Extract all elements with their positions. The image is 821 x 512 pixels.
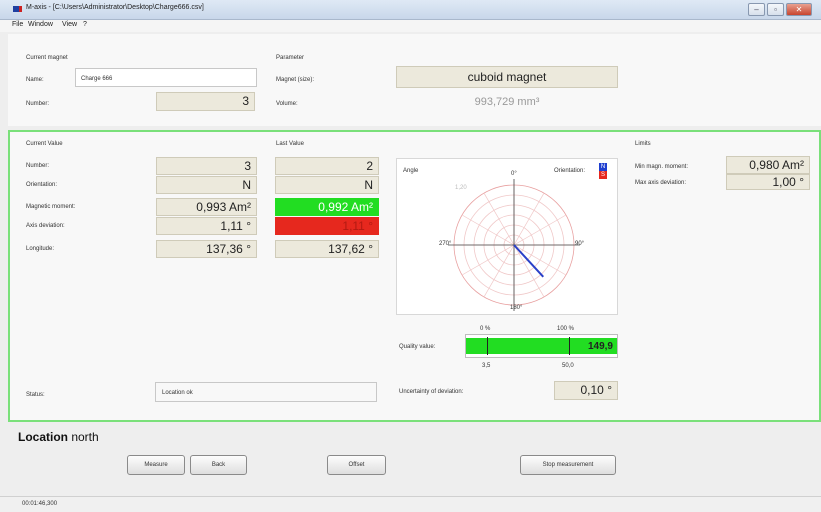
polar-tick-270: 270°: [439, 241, 452, 247]
current-value-cell: 0,993 Am²: [156, 198, 257, 216]
polar-spoke: [461, 244, 515, 276]
max-axis-deviation-value: 1,00 °: [726, 174, 810, 190]
row-label: Longitude:: [26, 246, 55, 252]
number-label: Number:: [26, 101, 50, 107]
parameter-heading: Parameter: [276, 55, 305, 61]
row-label: Orientation:: [26, 182, 58, 188]
stop-measurement-button[interactable]: Stop measurement: [520, 455, 616, 475]
row-label: Number:: [26, 163, 50, 169]
volume-value: 993,729 mm³: [474, 96, 540, 108]
angle-label: Angle: [403, 168, 419, 174]
location-bold: Location: [18, 430, 68, 444]
polar-spoke: [461, 214, 515, 246]
volume-label: Volume:: [276, 101, 298, 107]
quality-value: 149,9: [587, 341, 613, 352]
location-text: Location north: [18, 430, 99, 444]
maximize-button[interactable]: ▫: [767, 3, 784, 16]
polar-tick-90: 90°: [575, 241, 585, 247]
magnet-size-label: Magnet (size):: [276, 77, 315, 83]
polar-spoke: [513, 244, 567, 276]
last-value-cell: 0,992 Am²: [275, 198, 379, 216]
elapsed-time: 00:01:46,300: [22, 501, 58, 507]
menu-file[interactable]: File: [12, 21, 23, 28]
magnet-type-value: cuboid magnet: [396, 66, 618, 88]
last-value-cell: N: [275, 176, 379, 194]
status-field: Location ok: [155, 382, 377, 402]
limits-heading: Limits: [635, 141, 651, 147]
max-axis-deviation-label: Max axis deviation:: [635, 180, 687, 186]
polar-spoke: [513, 192, 545, 246]
orientation-south-indicator: S: [599, 171, 607, 179]
current-value-heading: Current Value: [26, 141, 63, 147]
quality-label: Quality value:: [399, 344, 436, 350]
polar-vector: [513, 244, 544, 278]
name-label: Name:: [26, 77, 44, 83]
quality-bar-track: 149,9: [465, 334, 618, 358]
orientation-north-indicator: N: [599, 163, 607, 171]
offset-button[interactable]: Offset: [327, 455, 386, 475]
quality-marker-low: [487, 337, 488, 355]
current-value-cell: 1,11 °: [156, 217, 257, 235]
last-value-cell: 2: [275, 157, 379, 175]
last-value-heading: Last Value: [276, 141, 304, 147]
minimize-button[interactable]: –: [748, 3, 765, 16]
status-value: Location ok: [162, 390, 193, 396]
polar-tick-0: 0°: [511, 171, 517, 177]
title-bar: M-axis - [C:\Users\Administrator\Desktop…: [0, 0, 821, 20]
quality-tick-bottom-right: 50,0: [562, 363, 574, 369]
status-bar: 00:01:46,300: [0, 496, 821, 512]
last-value-cell: 1,11 °: [275, 217, 379, 235]
name-field[interactable]: Charge 666: [75, 68, 257, 87]
quality-tick-top-left: 0 %: [480, 326, 491, 332]
menu-window[interactable]: Window: [28, 21, 53, 28]
min-magnetic-moment-value: 0,980 Am²: [726, 156, 810, 174]
quality-tick-top-right: 100 %: [557, 326, 575, 332]
polar-ring-label: 1,20: [455, 185, 467, 191]
polar-spoke: [483, 192, 515, 246]
orientation-label: Orientation:: [554, 168, 586, 174]
angle-polar-chart: Angle Orientation: N S 0° 90° 180° 270° …: [396, 158, 618, 315]
menu-view[interactable]: View: [62, 21, 77, 28]
polar-plot-svg: [448, 179, 580, 311]
current-magnet-heading: Current magnet: [26, 55, 68, 61]
status-label: Status:: [26, 392, 45, 398]
current-value-cell: N: [156, 176, 257, 194]
row-label: Axis deviation:: [26, 223, 65, 229]
magnet-number-value: 3: [156, 92, 255, 111]
uncertainty-value: 0,10 °: [554, 381, 618, 400]
back-button[interactable]: Back: [190, 455, 247, 475]
window-title: M-axis - [C:\Users\Administrator\Desktop…: [26, 4, 204, 11]
polar-spoke: [483, 244, 515, 298]
current-value-cell: 137,36 °: [156, 240, 257, 258]
polar-spoke: [513, 214, 567, 246]
app-icon: [13, 6, 22, 12]
last-value-cell: 137,62 °: [275, 240, 379, 258]
name-value: Charge 666: [81, 76, 113, 82]
row-label: Magnetic moment:: [26, 204, 76, 210]
quality-marker-high: [569, 337, 570, 355]
polar-spoke: [513, 244, 545, 298]
min-magnetic-moment-label: Min magn. moment:: [635, 164, 689, 170]
menu-help[interactable]: ?: [83, 21, 87, 28]
location-direction: north: [68, 430, 99, 444]
menu-bar: File Window View ?: [0, 20, 821, 32]
polar-tick-180: 180°: [510, 305, 523, 311]
close-button[interactable]: ✕: [786, 3, 812, 16]
quality-tick-bottom-left: 3,5: [482, 363, 491, 369]
uncertainty-label: Uncertainty of deviation:: [399, 389, 464, 395]
measure-button[interactable]: Measure: [127, 455, 185, 475]
current-value-cell: 3: [156, 157, 257, 175]
